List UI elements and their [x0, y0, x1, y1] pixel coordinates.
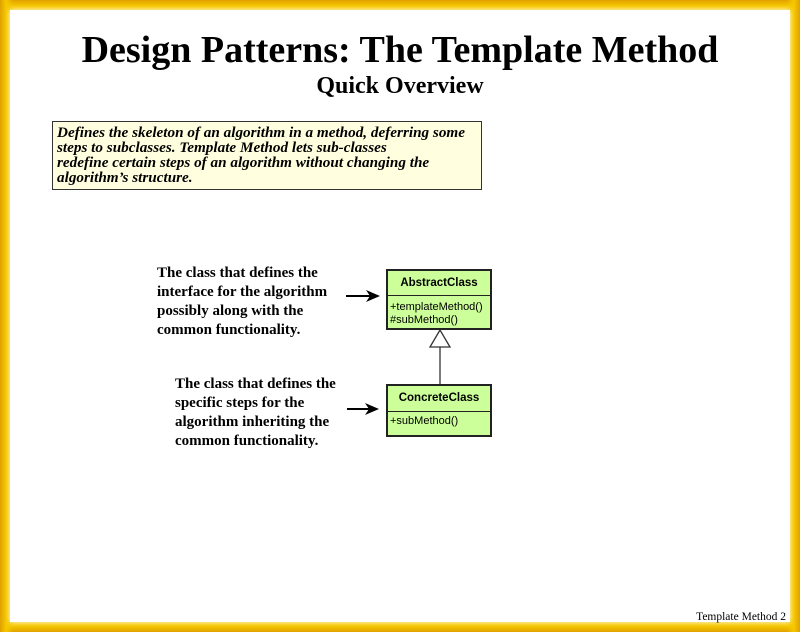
abstract-class-name: AbstractClass: [388, 271, 490, 296]
abstract-pointer-arrow: [346, 290, 380, 302]
operation: +subMethod(): [390, 415, 459, 427]
slide: Design Patterns: The Template Method Qui…: [0, 0, 800, 632]
inheritance-arrow: [428, 328, 452, 384]
operation: +templateMethod(): [390, 301, 483, 313]
concrete-pointer-arrow: [347, 403, 379, 415]
concrete-class-box: ConcreteClass +subMethod(): [386, 384, 492, 437]
abstract-class-box: AbstractClass +templateMethod() #subMeth…: [386, 269, 492, 330]
operation: #subMethod(): [390, 314, 458, 326]
concrete-class-name: ConcreteClass: [388, 386, 490, 412]
slide-footer: Template Method 2: [696, 611, 786, 623]
concrete-class-operations: +subMethod(): [388, 412, 490, 428]
abstract-class-operations: +templateMethod() #subMethod(): [388, 296, 490, 327]
